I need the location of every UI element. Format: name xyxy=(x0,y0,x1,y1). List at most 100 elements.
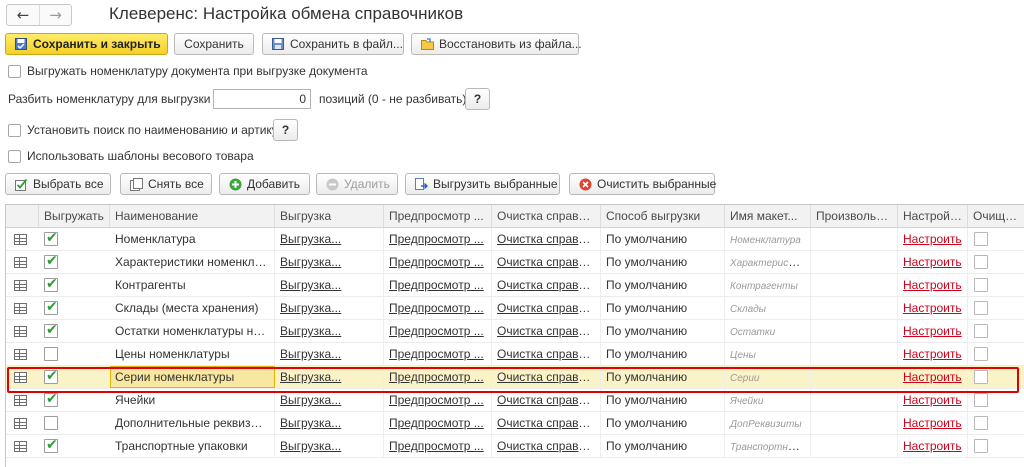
export-mode[interactable]: По умолчанию xyxy=(606,301,687,315)
header-clear[interactable]: Очистка справо... xyxy=(492,205,601,227)
header-name[interactable]: Наименование xyxy=(110,205,275,227)
purge-checkbox[interactable] xyxy=(974,439,988,453)
export-mode[interactable]: По умолчанию xyxy=(606,232,687,246)
export-checkbox[interactable]: ✔ xyxy=(44,253,58,269)
save-to-file-button[interactable]: Сохранить в файл... xyxy=(262,33,404,55)
clear-link[interactable]: Очистка справо... xyxy=(497,324,595,338)
table-row[interactable]: ✔ Номенклатура Выгрузка... Предпросмотр ...… xyxy=(6,228,1024,251)
clear-link[interactable]: Очистка справо... xyxy=(497,347,595,361)
header-preview[interactable]: Предпросмотр ... xyxy=(384,205,492,227)
setup-link[interactable]: Настроить xyxy=(903,255,962,269)
export-checkbox[interactable] xyxy=(44,416,58,430)
table-row[interactable]: Дополнительные реквизиты Выгрузка... Предп… xyxy=(6,412,1024,435)
export-selected-button[interactable]: Выгрузить выбранные xyxy=(405,173,560,195)
upload-link[interactable]: Выгрузка... xyxy=(280,301,341,315)
preview-link[interactable]: Предпросмотр ... xyxy=(389,416,484,430)
preview-link[interactable]: Предпросмотр ... xyxy=(389,232,484,246)
export-checkbox[interactable]: ✔ xyxy=(44,276,58,292)
weight-templates-checkbox[interactable] xyxy=(8,150,21,163)
search-by-name-checkbox[interactable] xyxy=(8,124,21,137)
export-mode[interactable]: По умолчанию xyxy=(606,324,687,338)
clear-link[interactable]: Очистка справо... xyxy=(497,278,595,292)
preview-link[interactable]: Предпросмотр ... xyxy=(389,393,484,407)
export-checkbox[interactable] xyxy=(44,347,58,361)
clear-link[interactable]: Очистка справо... xyxy=(497,370,595,384)
purge-checkbox[interactable] xyxy=(974,278,988,292)
purge-checkbox[interactable] xyxy=(974,255,988,269)
split-count-input[interactable]: 0 xyxy=(213,89,311,109)
table-row[interactable]: ✔ Ячейки Выгрузка... Предпросмотр ... Очистк… xyxy=(6,389,1024,412)
table-row[interactable]: ✔ Склады (места хранения) Выгрузка... Предп… xyxy=(6,297,1024,320)
table-row[interactable]: ✔ Транспортные упаковки Выгрузка... Предпро… xyxy=(6,435,1024,458)
preview-link[interactable]: Предпросмотр ... xyxy=(389,370,484,384)
export-checkbox[interactable]: ✔ xyxy=(44,299,58,315)
export-mode[interactable]: По умолчанию xyxy=(606,393,687,407)
preview-link[interactable]: Предпросмотр ... xyxy=(389,439,484,453)
setup-link[interactable]: Настроить xyxy=(903,370,962,384)
clear-link[interactable]: Очистка справо... xyxy=(497,416,595,430)
setup-link[interactable]: Настроить xyxy=(903,416,962,430)
header-purge[interactable]: Очищать xyxy=(968,205,1024,227)
setup-link[interactable]: Настроить xyxy=(903,278,962,292)
preview-link[interactable]: Предпросмотр ... xyxy=(389,255,484,269)
export-mode[interactable]: По умолчанию xyxy=(606,347,687,361)
export-checkbox[interactable]: ✔ xyxy=(44,322,58,338)
upload-link[interactable]: Выгрузка... xyxy=(280,324,341,338)
table-row[interactable]: ✔ Контрагенты Выгрузка... Предпросмотр ... О… xyxy=(6,274,1024,297)
clear-link[interactable]: Очистка справо... xyxy=(497,255,595,269)
row-name[interactable]: Серии номенклатуры xyxy=(115,370,234,384)
row-name[interactable]: Склады (места хранения) xyxy=(115,301,258,315)
export-doc-items-checkbox[interactable] xyxy=(8,65,21,78)
setup-link[interactable]: Настроить xyxy=(903,324,962,338)
purge-checkbox[interactable] xyxy=(974,347,988,361)
setup-link[interactable]: Настроить xyxy=(903,439,962,453)
header-setup[interactable]: Настройка xyxy=(898,205,968,227)
export-mode[interactable]: По умолчанию xyxy=(606,278,687,292)
row-name[interactable]: Ячейки xyxy=(115,393,155,407)
export-mode[interactable]: По умолчанию xyxy=(606,255,687,269)
search-help-button[interactable]: ? xyxy=(273,119,298,141)
upload-link[interactable]: Выгрузка... xyxy=(280,232,341,246)
row-name[interactable]: Характеристики номенклат... xyxy=(115,255,274,269)
preview-link[interactable]: Предпросмотр ... xyxy=(389,301,484,315)
purge-checkbox[interactable] xyxy=(974,301,988,315)
delete-button[interactable]: Удалить xyxy=(316,173,398,195)
add-button[interactable]: Добавить xyxy=(219,173,310,195)
header-mode[interactable]: Способ выгрузки xyxy=(601,205,725,227)
back-button[interactable]: ← xyxy=(7,5,39,25)
export-checkbox[interactable]: ✔ xyxy=(44,368,58,384)
row-name[interactable]: Остатки номенклатуры на ... xyxy=(115,324,273,338)
upload-link[interactable]: Выгрузка... xyxy=(280,393,341,407)
upload-link[interactable]: Выгрузка... xyxy=(280,347,341,361)
export-mode[interactable]: По умолчанию xyxy=(606,416,687,430)
row-name[interactable]: Цены номенклатуры xyxy=(115,347,230,361)
row-name[interactable]: Номенклатура xyxy=(115,232,196,246)
upload-link[interactable]: Выгрузка... xyxy=(280,278,341,292)
row-name[interactable]: Контрагенты xyxy=(115,278,186,292)
clear-link[interactable]: Очистка справо... xyxy=(497,232,595,246)
header-upload[interactable]: Выгрузка xyxy=(275,205,384,227)
clear-link[interactable]: Очистка справо... xyxy=(497,439,595,453)
export-mode[interactable]: По умолчанию xyxy=(606,439,687,453)
export-checkbox[interactable]: ✔ xyxy=(44,391,58,407)
table-row[interactable]: ✔ Характеристики номенклат... Выгрузка... П… xyxy=(6,251,1024,274)
clear-selected-button[interactable]: Очистить выбранные xyxy=(569,173,716,195)
setup-link[interactable]: Настроить xyxy=(903,347,962,361)
save-and-close-button[interactable]: Сохранить и закрыть xyxy=(5,33,168,55)
header-layout[interactable]: Имя макет... xyxy=(725,205,811,227)
forward-button[interactable]: → xyxy=(38,5,71,25)
preview-link[interactable]: Предпросмотр ... xyxy=(389,278,484,292)
preview-link[interactable]: Предпросмотр ... xyxy=(389,347,484,361)
purge-checkbox[interactable] xyxy=(974,370,988,384)
purge-checkbox[interactable] xyxy=(974,324,988,338)
save-button[interactable]: Сохранить xyxy=(174,33,254,55)
clear-link[interactable]: Очистка справо... xyxy=(497,393,595,407)
purge-checkbox[interactable] xyxy=(974,393,988,407)
preview-link[interactable]: Предпросмотр ... xyxy=(389,324,484,338)
table-row[interactable]: ✔ Серии номенклатуры Выгрузка... Предпросмо… xyxy=(6,366,1024,389)
upload-link[interactable]: Выгрузка... xyxy=(280,255,341,269)
select-all-button[interactable]: Выбрать все xyxy=(5,173,111,195)
purge-checkbox[interactable] xyxy=(974,416,988,430)
upload-link[interactable]: Выгрузка... xyxy=(280,416,341,430)
row-name[interactable]: Транспортные упаковки xyxy=(115,439,248,453)
